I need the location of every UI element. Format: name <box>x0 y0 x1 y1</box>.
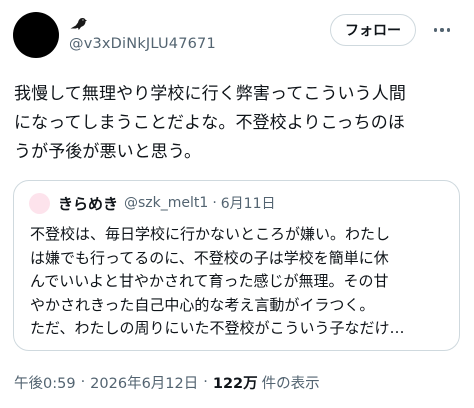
quote-text-line: 不登校は、毎日学校に行かないところが嫌い。わたし <box>30 225 391 243</box>
tweet-time[interactable]: 午後0:59 <box>14 372 76 393</box>
more-dot <box>440 28 444 32</box>
meta-separator: · <box>80 374 86 390</box>
views-label: 件の表示 <box>261 375 320 392</box>
meta-separator: · <box>203 374 208 390</box>
views-count: 122万 <box>212 375 258 392</box>
tweet-text-line: うが予後が悪いと思う。 <box>14 142 202 162</box>
tweet-text-line: になってしまうことだよな。不登校よりこっちのほ <box>14 113 405 133</box>
quote-text-line: ただ、わたしの周りにいた不登校がこういう子なだけ… <box>30 319 405 337</box>
quote-author-handle[interactable]: @szk_melt1 <box>124 195 208 211</box>
quote-author-name[interactable]: きらめき <box>58 193 118 214</box>
quote-text-line: やかされきった自己中心的な考え言動がイラつく。 <box>30 295 375 314</box>
tweet-text-line: 我慢して無理やり学校に行く弊害ってこういう人間 <box>14 84 406 104</box>
quote-text-line: は嫌でも行ってるのに、不登校の子は学校を簡単に休 <box>30 248 389 267</box>
quote-date[interactable]: 6月11日 <box>221 193 276 213</box>
more-dot <box>446 28 451 32</box>
tweet-meta: 午後0:59 · 2026年6月12日 · 122万 件の表示 <box>14 371 320 393</box>
quote-header: きらめき @szk_melt1 · 6月11日 <box>58 192 276 214</box>
tweet-text: 我慢して無理やり学校に行く弊害ってこういう人間 になってしまうことだよな。不登校… <box>14 80 462 167</box>
crow-icon <box>70 18 87 30</box>
quoted-tweet-card[interactable]: きらめき @szk_melt1 · 6月11日 不登校は、毎日学校に行かないとこ… <box>13 180 460 351</box>
quote-author-avatar[interactable] <box>29 193 50 214</box>
more-dot <box>433 28 438 32</box>
author-handle[interactable]: @v3xDiNkJLU47671 <box>69 36 216 52</box>
author-name-row[interactable] <box>69 14 87 34</box>
quote-text: 不登校は、毎日学校に行かないところが嫌い。わたし は嫌でも行ってるのに、不登校の… <box>30 223 450 341</box>
more-options-icon[interactable] <box>428 19 456 41</box>
author-avatar[interactable] <box>13 12 59 58</box>
follow-button[interactable]: フォロー <box>330 14 416 46</box>
quote-text-line: んでいいよと甘やかされて育った感じが無理。その甘 <box>30 272 389 290</box>
tweet-date[interactable]: 2026年6月12日 <box>90 372 198 393</box>
quote-separator: · <box>212 195 217 211</box>
